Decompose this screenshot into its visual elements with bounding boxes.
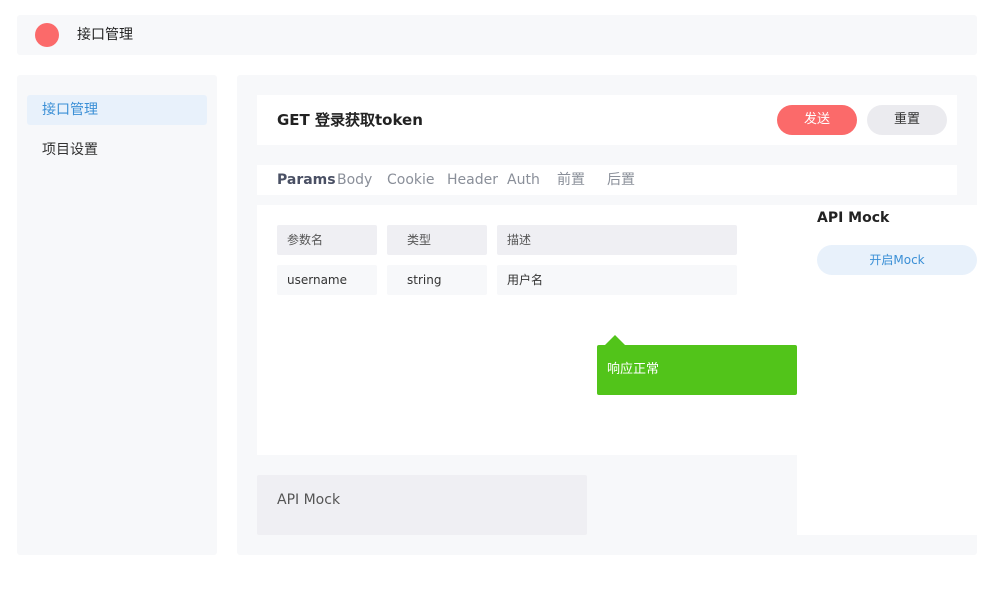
tab-cookie[interactable]: Cookie	[387, 165, 435, 195]
toast-arrow-icon	[605, 335, 625, 345]
tab-header[interactable]: Header	[447, 165, 498, 195]
api-mock-title: API Mock	[817, 210, 890, 226]
tab-params[interactable]: Params	[277, 165, 336, 195]
toast-message: 响应正常	[607, 362, 660, 377]
sidebar: 接口管理 项目设置	[17, 75, 217, 555]
request-title: GET 登录获取token	[277, 111, 423, 129]
column-header-description: 描述	[497, 225, 737, 255]
tab-pre-script[interactable]: 前置	[557, 165, 585, 195]
sidebar-item-project-settings[interactable]: 项目设置	[27, 135, 207, 165]
api-mock-card[interactable]: API Mock	[257, 475, 587, 535]
tab-body[interactable]: Body	[337, 165, 372, 195]
column-header-name: 参数名	[277, 225, 377, 255]
enable-mock-button[interactable]: 开启Mock	[817, 245, 977, 275]
request-bar: GET 登录获取token 发送 重置	[257, 95, 957, 145]
param-name-cell[interactable]: username	[277, 265, 377, 295]
tab-post-script[interactable]: 后置	[607, 165, 635, 195]
request-tabs: Params Body Cookie Header Auth 前置 后置	[257, 165, 957, 195]
tab-auth[interactable]: Auth	[507, 165, 540, 195]
logo-icon	[35, 23, 59, 47]
api-mock-card-label: API Mock	[277, 492, 341, 508]
app-title: 接口管理	[77, 27, 133, 43]
param-description-cell[interactable]: 用户名	[497, 265, 737, 295]
param-type-cell[interactable]: string	[387, 265, 487, 295]
sidebar-item-api-management[interactable]: 接口管理	[27, 95, 207, 125]
top-bar: 接口管理	[17, 15, 977, 55]
send-button[interactable]: 发送	[777, 105, 857, 135]
response-toast: 响应正常	[597, 335, 797, 395]
api-mock-panel: API Mock 开启Mock	[797, 205, 977, 535]
reset-button[interactable]: 重置	[867, 105, 947, 135]
column-header-type: 类型	[387, 225, 487, 255]
